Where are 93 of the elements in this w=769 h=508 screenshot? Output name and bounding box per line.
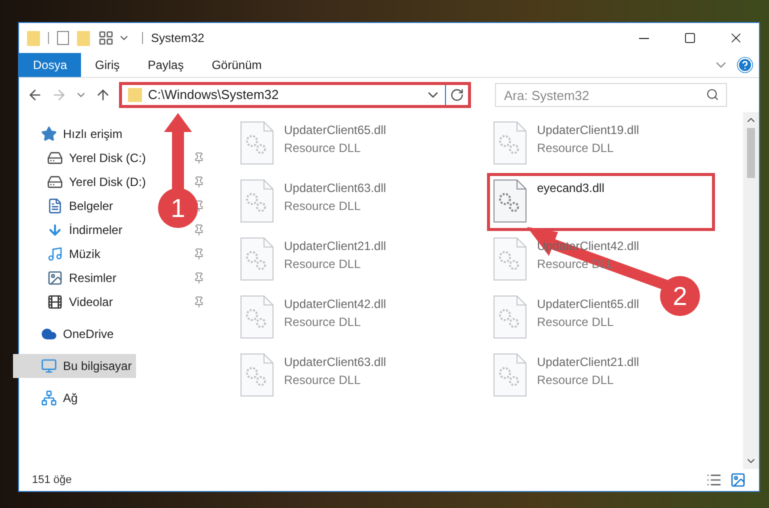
file-item[interactable]: UpdaterClient65.dll Resource DLL xyxy=(490,292,640,350)
file-type: Resource DLL xyxy=(284,372,362,389)
sidebar-item[interactable]: Videolar xyxy=(41,290,117,314)
file-name: UpdaterClient42.dll xyxy=(284,296,386,313)
file-gear-icon xyxy=(493,353,527,397)
search-icon xyxy=(706,88,719,101)
file-type: Resource DLL xyxy=(284,256,362,273)
item-count: 151 öğe xyxy=(32,472,73,488)
file-item[interactable]: eyecand3.dll xyxy=(487,173,715,231)
file-type: Resource DLL xyxy=(537,314,615,331)
ribbon-tab[interactable]: Giriş xyxy=(81,53,134,77)
sidebar-item[interactable]: Bu bilgisayar xyxy=(13,354,136,378)
drive-icon xyxy=(47,174,63,190)
sidebar-item[interactable]: Ağ xyxy=(35,386,82,410)
file-gear-icon xyxy=(240,237,274,281)
file-gear-icon xyxy=(240,295,274,339)
sidebar-label: İndirmeler xyxy=(69,222,122,239)
file-item[interactable]: UpdaterClient65.dll Resource DLL xyxy=(237,118,386,176)
sidebar-item[interactable]: Yerel Disk (C:) xyxy=(41,146,150,170)
sidebar-label: Belgeler xyxy=(69,198,114,215)
ribbon-tab[interactable]: Görünüm xyxy=(198,53,276,77)
file-gear-icon xyxy=(493,295,527,339)
sidebar-label: OneDrive xyxy=(63,326,114,343)
sidebar-label: Videolar xyxy=(69,294,113,311)
folder-icon xyxy=(27,30,40,46)
search-field[interactable]: Ara: System32 xyxy=(495,83,727,107)
sidebar-item[interactable]: Hızlı erişim xyxy=(35,122,126,146)
sidebar-label: Ağ xyxy=(63,390,78,407)
file-name: UpdaterClient19.dll xyxy=(537,122,640,139)
maximize-icon xyxy=(684,32,696,44)
sidebar-label: Yerel Disk (D:) xyxy=(69,174,146,191)
sidebar-item[interactable]: OneDrive xyxy=(35,322,118,346)
file-item[interactable]: UpdaterClient21.dll Resource DLL xyxy=(490,350,640,408)
file-type: Resource DLL xyxy=(537,256,615,273)
file-item[interactable]: UpdaterClient63.dll Resource DLL xyxy=(237,350,386,408)
monitor-icon xyxy=(41,358,57,374)
file-type: Resource DLL xyxy=(284,314,362,331)
file-gear-icon xyxy=(240,121,274,165)
cloud-icon xyxy=(41,326,57,342)
file-gear-icon xyxy=(240,353,274,397)
drive-icon xyxy=(47,150,63,166)
sidebar-item[interactable]: Resimler xyxy=(41,266,120,290)
details-view-icon[interactable] xyxy=(706,472,722,488)
scrollbar-thumb[interactable] xyxy=(747,128,755,178)
sidebar-label: Resimler xyxy=(69,270,116,287)
new-folder-icon xyxy=(77,30,90,46)
sidebar-item[interactable]: Müzik xyxy=(41,242,104,266)
picture-icon xyxy=(47,270,63,286)
file-type: Resource DLL xyxy=(284,198,362,215)
file-type: Resource DLL xyxy=(537,140,615,157)
folder-icon xyxy=(128,88,142,102)
sidebar-label: Bu bilgisayar xyxy=(63,358,132,375)
file-gear-icon xyxy=(493,179,527,223)
sidebar-item[interactable]: Belgeler xyxy=(41,194,118,218)
file-name: UpdaterClient65.dll xyxy=(284,122,386,139)
file-gear-icon xyxy=(493,121,527,165)
sidebar-label: Müzik xyxy=(69,246,100,263)
download-icon xyxy=(47,222,63,238)
file-name: UpdaterClient21.dll xyxy=(537,354,640,371)
music-note-icon xyxy=(47,246,63,262)
file-type: Resource DLL xyxy=(284,140,362,157)
sidebar-label: Yerel Disk (C:) xyxy=(69,150,146,167)
refresh-button[interactable] xyxy=(450,88,464,102)
network-icon xyxy=(41,390,57,406)
star-icon xyxy=(41,126,57,142)
file-name: UpdaterClient21.dll xyxy=(284,238,386,255)
file-item[interactable]: UpdaterClient21.dll Resource DLL xyxy=(237,234,386,292)
sidebar-label: Hızlı erişim xyxy=(63,126,122,143)
sidebar-item[interactable]: Yerel Disk (D:) xyxy=(41,170,150,194)
large-icons-view-icon[interactable] xyxy=(730,472,746,488)
file-item[interactable]: UpdaterClient63.dll Resource DLL xyxy=(237,176,386,234)
file-name: UpdaterClient65.dll xyxy=(537,296,640,313)
help-icon[interactable] xyxy=(737,57,753,73)
file-item[interactable]: UpdaterClient19.dll Resource DLL xyxy=(490,118,640,176)
file-type: Resource DLL xyxy=(537,372,615,389)
sidebar-item[interactable]: İndirmeler xyxy=(41,218,126,242)
file-item[interactable]: UpdaterClient42.dll Resource DLL xyxy=(237,292,386,350)
address-path: C:\Windows\System32 xyxy=(148,86,280,104)
file-name: UpdaterClient63.dll xyxy=(284,180,386,197)
file-name: eyecand3.dll xyxy=(537,180,604,197)
back-button[interactable] xyxy=(27,87,43,103)
file-gear-icon xyxy=(240,179,274,223)
window-title: System32 xyxy=(151,30,204,47)
up-button[interactable] xyxy=(95,87,111,103)
file-name: UpdaterClient63.dll xyxy=(284,354,386,371)
ribbon-tab[interactable]: Dosya xyxy=(19,53,82,77)
ribbon-tab[interactable]: Paylaş xyxy=(134,53,198,77)
address-bar[interactable]: C:\Windows\System32 xyxy=(119,82,471,108)
scrollbar[interactable] xyxy=(743,112,759,469)
properties-icon xyxy=(98,30,114,46)
document-icon xyxy=(47,198,63,214)
file-gear-icon xyxy=(493,237,527,281)
film-icon xyxy=(47,294,63,310)
